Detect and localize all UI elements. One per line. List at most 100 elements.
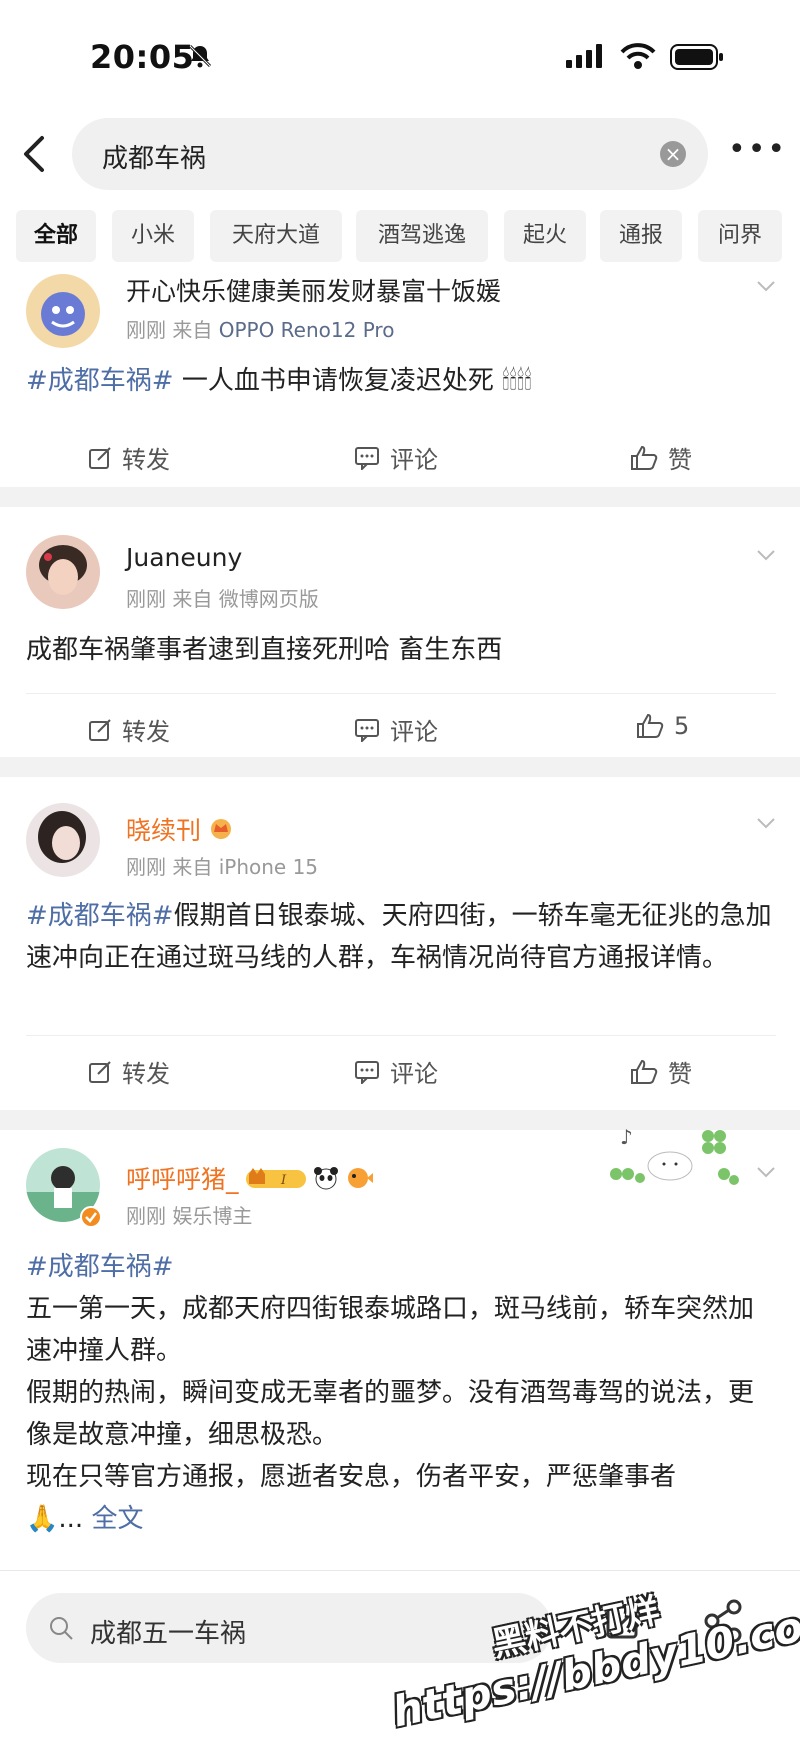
more-options-icon[interactable]: ••• bbox=[728, 135, 785, 165]
post-source[interactable]: OPPO Reno12 Pro bbox=[219, 318, 395, 342]
like-button[interactable]: 赞 bbox=[630, 440, 692, 475]
post-source: iPhone 15 bbox=[218, 855, 319, 879]
tab-drunk-escape[interactable]: 酒驾逃逸 bbox=[356, 210, 488, 262]
chevron-down-icon[interactable] bbox=[756, 817, 776, 829]
comment-label: 评论 bbox=[390, 1060, 438, 1088]
avatar[interactable] bbox=[26, 803, 100, 877]
chevron-down-icon[interactable] bbox=[756, 549, 776, 561]
post-paragraph: 现在只等官方通报，愿逝者安息，伤者平安，严惩肇事者 bbox=[26, 1462, 677, 1492]
chevron-down-icon[interactable] bbox=[756, 1166, 776, 1178]
battery-icon bbox=[670, 44, 723, 70]
username[interactable]: 呼呼呼猪_ I bbox=[126, 1160, 373, 1196]
tab-report[interactable]: 通报 bbox=[600, 210, 682, 262]
username[interactable]: 晓续刊 bbox=[126, 811, 233, 847]
like-count: 5 bbox=[674, 712, 690, 740]
comment-label: 评论 bbox=[390, 718, 438, 746]
avatar[interactable] bbox=[26, 535, 100, 609]
tab-tianfu-avenue[interactable]: 天府大道 bbox=[210, 210, 342, 262]
comment-button[interactable]: 评论 bbox=[354, 712, 438, 747]
svg-text:♪: ♪ bbox=[620, 1125, 633, 1149]
thumbs-up-icon bbox=[631, 1059, 658, 1084]
crown-badge-icon bbox=[210, 819, 231, 839]
thumbs-up-icon bbox=[637, 713, 664, 738]
repost-icon bbox=[89, 1060, 111, 1083]
full-text-link[interactable]: 全文 bbox=[91, 1504, 143, 1534]
search-header: 成都车祸 × ••• bbox=[0, 110, 800, 200]
panda-icon bbox=[313, 1167, 338, 1190]
post-time: 刚刚 bbox=[126, 1204, 166, 1228]
status-bar: 20:05 bbox=[0, 0, 800, 110]
status-time: 20:05 bbox=[90, 38, 195, 76]
repost-label: 转发 bbox=[122, 446, 170, 474]
post-time: 刚刚 bbox=[126, 855, 166, 879]
clear-icon[interactable]: × bbox=[660, 141, 686, 167]
post-actions: 转发 评论 赞 bbox=[26, 422, 776, 486]
candle-emoji: 🕯🕯🕯🕯 bbox=[502, 366, 532, 396]
cellular-signal-icon bbox=[566, 44, 602, 68]
post-tail: 🙏... 全文 bbox=[26, 1498, 776, 1540]
search-input[interactable]: 成都车祸 × bbox=[72, 118, 708, 190]
source-prefix: 来自 bbox=[172, 587, 213, 611]
comment-button[interactable]: 评论 bbox=[354, 440, 438, 475]
thumbs-up-icon bbox=[631, 445, 658, 470]
post-meta: 刚刚 来自 微博网页版 bbox=[126, 583, 319, 612]
post-meta: 刚刚 来自 OPPO Reno12 Pro bbox=[126, 314, 394, 343]
repost-icon bbox=[89, 718, 111, 741]
post-content: #成都车祸# 五一第一天，成都天府四街银泰城路口，斑马线前，轿车突然加速冲撞人群… bbox=[26, 1246, 776, 1540]
hashtag-link[interactable]: #成都车祸# bbox=[26, 901, 174, 931]
svg-text:I: I bbox=[280, 1173, 287, 1188]
post-text: 一人血书申请恢复凌迟处死 bbox=[173, 366, 494, 396]
repost-label: 转发 bbox=[122, 718, 170, 746]
comment-button[interactable]: 评论 bbox=[354, 1054, 438, 1089]
like-label: 赞 bbox=[668, 446, 692, 474]
post-source: 微博网页版 bbox=[218, 587, 319, 611]
post-card: 开心快乐健康美丽发财暴富十饭媛 刚刚 来自 OPPO Reno12 Pro #成… bbox=[0, 274, 800, 487]
hashtag-link[interactable]: #成都车祸# bbox=[26, 366, 174, 396]
pray-ellipsis: 🙏... bbox=[26, 1504, 84, 1534]
post-paragraph: 假期的热闹，瞬间变成无辜者的噩梦。没有酒驾毒驾的说法，更像是故意冲撞，细思极恐。 bbox=[26, 1378, 755, 1450]
like-label: 赞 bbox=[668, 1060, 692, 1088]
like-button[interactable]: 赞 bbox=[630, 1054, 692, 1089]
related-search-text: 成都五一车祸 bbox=[90, 1619, 247, 1649]
vip-level-badge-icon: I bbox=[245, 1168, 306, 1188]
repost-button[interactable]: 转发 bbox=[88, 1054, 170, 1089]
back-arrow-icon[interactable] bbox=[16, 132, 56, 176]
post-actions: 转发 评论 赞 bbox=[26, 1035, 776, 1100]
like-button[interactable]: 5 bbox=[636, 712, 689, 740]
related-search-input[interactable]: 成都五一车祸 bbox=[26, 1593, 552, 1663]
search-icon bbox=[50, 1617, 73, 1640]
source-prefix: 来自 bbox=[172, 318, 213, 342]
post-meta: 刚刚 娱乐博主 bbox=[126, 1200, 252, 1229]
post-card: 呼呼呼猪_ I 刚刚 娱乐博主 ♪ #成都车祸# 五一第一天，成都天府四街银泰城… bbox=[0, 1125, 800, 1570]
repost-icon bbox=[89, 446, 111, 469]
tab-wenjie[interactable]: 问界 bbox=[698, 210, 782, 262]
comment-icon bbox=[355, 446, 379, 470]
post-card: 晓续刊 刚刚 来自 iPhone 15 #成都车祸#假期首日银泰城、天府四街，一… bbox=[0, 777, 800, 1110]
comment-icon bbox=[355, 1060, 379, 1084]
post-paragraph: 五一第一天，成都天府四街银泰城路口，斑马线前，轿车突然加速冲撞人群。 bbox=[26, 1294, 755, 1366]
tab-xiaomi[interactable]: 小米 bbox=[112, 210, 194, 262]
post-actions: 转发 评论 5 bbox=[26, 693, 776, 758]
repost-label: 转发 bbox=[122, 1060, 170, 1088]
post-card: Juaneuny 刚刚 来自 微博网页版 成都车祸肇事者逮到直接死刑哈 畜生东西… bbox=[0, 507, 800, 757]
search-query: 成都车祸 bbox=[102, 144, 207, 174]
hashtag-link[interactable]: #成都车祸# bbox=[26, 1246, 776, 1288]
tab-fire[interactable]: 起火 bbox=[504, 210, 586, 262]
avatar[interactable] bbox=[26, 274, 100, 348]
verified-badge-icon bbox=[80, 1206, 102, 1228]
clover-decoration-icon: ♪ bbox=[610, 1125, 739, 1185]
wifi-icon bbox=[620, 43, 656, 69]
tab-all[interactable]: 全部 bbox=[16, 210, 96, 262]
username-text: 晓续刊 bbox=[126, 816, 202, 845]
comment-icon bbox=[355, 718, 379, 742]
post-meta: 刚刚 来自 iPhone 15 bbox=[126, 851, 318, 880]
username[interactable]: 开心快乐健康美丽发财暴富十饭媛 bbox=[126, 272, 501, 308]
repost-button[interactable]: 转发 bbox=[88, 440, 170, 475]
post-time: 刚刚 bbox=[126, 587, 166, 611]
username[interactable]: Juaneuny bbox=[126, 543, 242, 572]
repost-button[interactable]: 转发 bbox=[88, 712, 170, 747]
post-content: #成都车祸#假期首日银泰城、天府四街，一轿车毫无征兆的急加速冲向正在通过斑马线的… bbox=[26, 895, 776, 979]
pufferfish-icon bbox=[347, 1168, 373, 1188]
chevron-down-icon[interactable] bbox=[756, 280, 776, 292]
post-content: 成都车祸肇事者逮到直接死刑哈 畜生东西 bbox=[26, 635, 503, 665]
